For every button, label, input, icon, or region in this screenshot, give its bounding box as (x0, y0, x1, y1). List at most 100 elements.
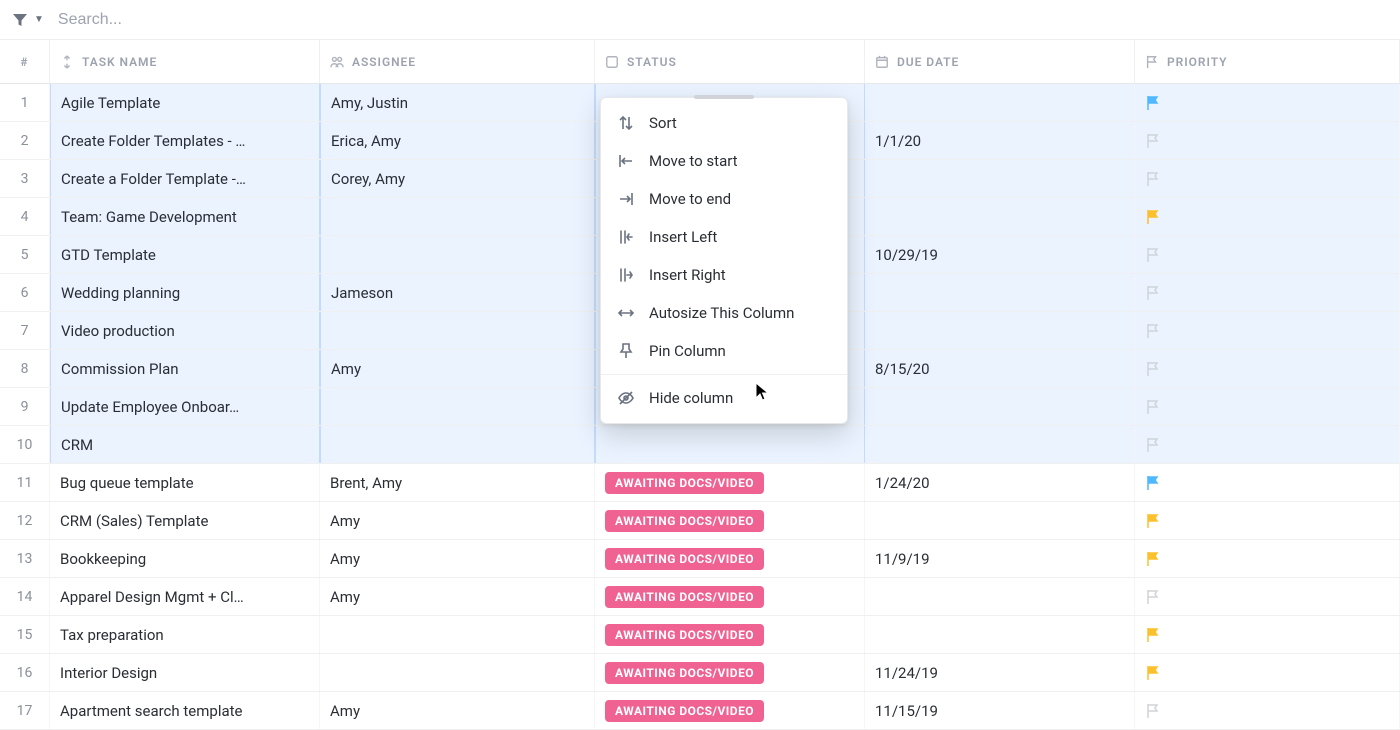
due-date-cell[interactable]: 1/24/20 (865, 464, 1135, 501)
task-name-cell[interactable]: Update Employee Onboar… (50, 388, 320, 425)
menu-insert-right[interactable]: Insert Right (601, 256, 847, 294)
due-date-cell[interactable]: 11/9/19 (865, 540, 1135, 577)
table-row[interactable]: 14 Apparel Design Mgmt + Cl… Amy AWAITIN… (0, 578, 1400, 616)
assignee-cell[interactable]: Brent, Amy (320, 464, 595, 501)
priority-cell[interactable] (1135, 236, 1400, 273)
due-date-cell[interactable] (865, 502, 1135, 539)
priority-cell[interactable] (1135, 312, 1400, 349)
status-cell[interactable]: AWAITING DOCS/VIDEO (595, 692, 865, 729)
assignee-cell[interactable]: Amy (320, 540, 595, 577)
assignee-cell[interactable] (320, 426, 595, 463)
priority-cell[interactable] (1135, 540, 1400, 577)
priority-cell[interactable] (1135, 350, 1400, 387)
table-row[interactable]: 11 Bug queue template Brent, Amy AWAITIN… (0, 464, 1400, 502)
due-date-cell[interactable] (865, 578, 1135, 615)
column-header-status[interactable]: STATUS (595, 40, 865, 83)
priority-cell[interactable] (1135, 84, 1400, 121)
menu-autosize-column[interactable]: Autosize This Column (601, 294, 847, 332)
menu-move-to-start[interactable]: Move to start (601, 142, 847, 180)
priority-cell[interactable] (1135, 160, 1400, 197)
status-cell[interactable]: AWAITING DOCS/VIDEO (595, 578, 865, 615)
menu-pin-column[interactable]: Pin Column (601, 332, 847, 370)
column-header-assignee[interactable]: ASSIGNEE (320, 40, 595, 83)
due-date-cell[interactable] (865, 616, 1135, 653)
menu-sort[interactable]: Sort (601, 104, 847, 142)
assignee-cell[interactable]: Corey, Amy (320, 160, 595, 197)
task-name-cell[interactable]: Video production (50, 312, 320, 349)
table-row[interactable]: 15 Tax preparation AWAITING DOCS/VIDEO (0, 616, 1400, 654)
priority-cell[interactable] (1135, 464, 1400, 501)
priority-cell[interactable] (1135, 426, 1400, 463)
table-row[interactable]: 13 Bookkeeping Amy AWAITING DOCS/VIDEO 1… (0, 540, 1400, 578)
column-header-task[interactable]: TASK NAME (50, 40, 320, 83)
menu-move-to-end[interactable]: Move to end (601, 180, 847, 218)
task-name-cell[interactable]: Team: Game Development (50, 198, 320, 235)
due-date-cell[interactable]: 8/15/20 (865, 350, 1135, 387)
task-name-cell[interactable]: Bookkeeping (50, 540, 320, 577)
due-date-cell[interactable] (865, 388, 1135, 425)
table-row[interactable]: 12 CRM (Sales) Template Amy AWAITING DOC… (0, 502, 1400, 540)
task-name-cell[interactable]: Create Folder Templates - … (50, 122, 320, 159)
filter-button[interactable] (12, 12, 28, 28)
due-date-cell[interactable] (865, 274, 1135, 311)
task-name-cell[interactable]: Interior Design (50, 654, 320, 691)
priority-cell[interactable] (1135, 692, 1400, 729)
status-cell[interactable]: AWAITING DOCS/VIDEO (595, 464, 865, 501)
assignee-cell[interactable]: Amy (320, 350, 595, 387)
priority-cell[interactable] (1135, 654, 1400, 691)
assignee-cell[interactable]: Amy (320, 578, 595, 615)
assignee-cell[interactable]: Erica, Amy (320, 122, 595, 159)
table-row[interactable]: 16 Interior Design AWAITING DOCS/VIDEO 1… (0, 654, 1400, 692)
due-date-cell[interactable] (865, 312, 1135, 349)
assignee-cell[interactable] (320, 388, 595, 425)
search-input[interactable] (58, 11, 1388, 29)
assignee-cell[interactable] (320, 236, 595, 273)
task-name-cell[interactable]: CRM (50, 426, 320, 463)
priority-cell[interactable] (1135, 502, 1400, 539)
filter-dropdown-caret[interactable]: ▼ (34, 14, 44, 25)
task-name-cell[interactable]: GTD Template (50, 236, 320, 273)
task-name-cell[interactable]: Agile Template (50, 84, 320, 121)
task-name-cell[interactable]: Commission Plan (50, 350, 320, 387)
assignee-cell[interactable] (320, 616, 595, 653)
task-name-cell[interactable]: Apparel Design Mgmt + Cl… (50, 578, 320, 615)
due-date-cell[interactable] (865, 160, 1135, 197)
due-date-cell[interactable] (865, 198, 1135, 235)
task-name-cell[interactable]: Bug queue template (50, 464, 320, 501)
due-date-cell[interactable] (865, 426, 1135, 463)
table-row[interactable]: 10 CRM (0, 426, 1400, 464)
task-name-cell[interactable]: CRM (Sales) Template (50, 502, 320, 539)
assignee-cell[interactable]: Jameson (320, 274, 595, 311)
task-name-cell[interactable]: Create a Folder Template -… (50, 160, 320, 197)
column-header-priority[interactable]: PRIORITY (1135, 40, 1400, 83)
menu-insert-left[interactable]: Insert Left (601, 218, 847, 256)
priority-cell[interactable] (1135, 198, 1400, 235)
due-date-cell[interactable] (865, 84, 1135, 121)
column-header-due-date[interactable]: DUE DATE (865, 40, 1135, 83)
status-cell[interactable]: AWAITING DOCS/VIDEO (595, 502, 865, 539)
assignee-cell[interactable]: Amy, Justin (320, 84, 595, 121)
assignee-cell[interactable]: Amy (320, 502, 595, 539)
task-name-cell[interactable]: Wedding planning (50, 274, 320, 311)
status-cell[interactable] (595, 426, 865, 463)
status-cell[interactable]: AWAITING DOCS/VIDEO (595, 616, 865, 653)
task-name-cell[interactable]: Apartment search template (50, 692, 320, 729)
assignee-cell[interactable]: Amy (320, 692, 595, 729)
due-date-cell[interactable]: 10/29/19 (865, 236, 1135, 273)
status-cell[interactable]: AWAITING DOCS/VIDEO (595, 654, 865, 691)
priority-cell[interactable] (1135, 122, 1400, 159)
assignee-cell[interactable] (320, 312, 595, 349)
priority-cell[interactable] (1135, 616, 1400, 653)
table-row[interactable]: 17 Apartment search template Amy AWAITIN… (0, 692, 1400, 730)
menu-hide-column[interactable]: Hide column (601, 379, 847, 417)
due-date-cell[interactable]: 11/24/19 (865, 654, 1135, 691)
priority-cell[interactable] (1135, 578, 1400, 615)
priority-cell[interactable] (1135, 388, 1400, 425)
column-header-number[interactable]: # (0, 40, 50, 83)
task-name-cell[interactable]: Tax preparation (50, 616, 320, 653)
assignee-cell[interactable] (320, 198, 595, 235)
due-date-cell[interactable]: 1/1/20 (865, 122, 1135, 159)
status-cell[interactable]: AWAITING DOCS/VIDEO (595, 540, 865, 577)
due-date-cell[interactable]: 11/15/19 (865, 692, 1135, 729)
priority-cell[interactable] (1135, 274, 1400, 311)
